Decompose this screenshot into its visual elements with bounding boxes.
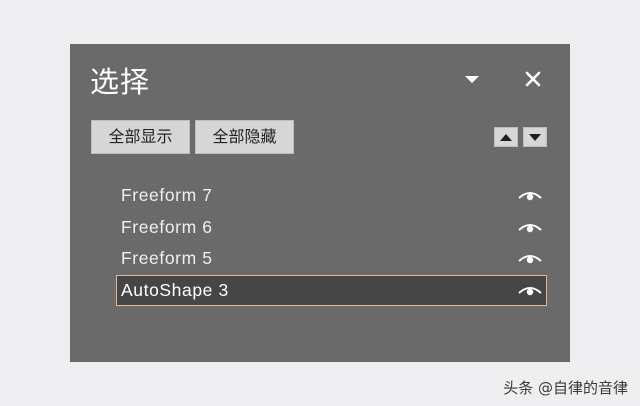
triangle-up-icon [500, 134, 512, 141]
eye-icon[interactable] [517, 283, 543, 297]
object-row-freeform-6[interactable]: Freeform 6 [116, 212, 547, 244]
eye-icon[interactable] [517, 251, 543, 265]
eye-icon[interactable] [517, 220, 543, 234]
hide-all-button[interactable]: 全部隐藏 [195, 120, 294, 154]
bring-forward-button[interactable] [494, 127, 518, 147]
watermark: 头条 @自律的音律 [503, 379, 628, 397]
selection-pane: 选择 全部显示 全部隐藏 Freeform 7 Freeform 6 Freef… [70, 44, 570, 362]
object-label: Freeform 6 [121, 216, 213, 237]
object-label: Freeform 7 [121, 185, 213, 205]
object-label: Freeform 5 [121, 248, 213, 268]
dropdown-triangle-icon[interactable] [462, 72, 482, 88]
object-row-autoshape-3[interactable]: AutoShape 3 [116, 274, 547, 306]
object-row-freeform-7[interactable]: Freeform 7 [116, 180, 547, 212]
triangle-down-icon [529, 134, 541, 141]
object-list: Freeform 7 Freeform 6 Freeform 5 AutoSha… [116, 180, 548, 306]
object-row-freeform-5[interactable]: Freeform 5 [116, 243, 547, 275]
pane-title: 选择 [90, 65, 151, 99]
send-backward-button[interactable] [523, 127, 547, 147]
close-icon[interactable] [522, 68, 544, 90]
object-label: AutoShape 3 [121, 279, 229, 300]
show-all-button[interactable]: 全部显示 [91, 120, 190, 154]
eye-icon[interactable] [517, 188, 543, 202]
